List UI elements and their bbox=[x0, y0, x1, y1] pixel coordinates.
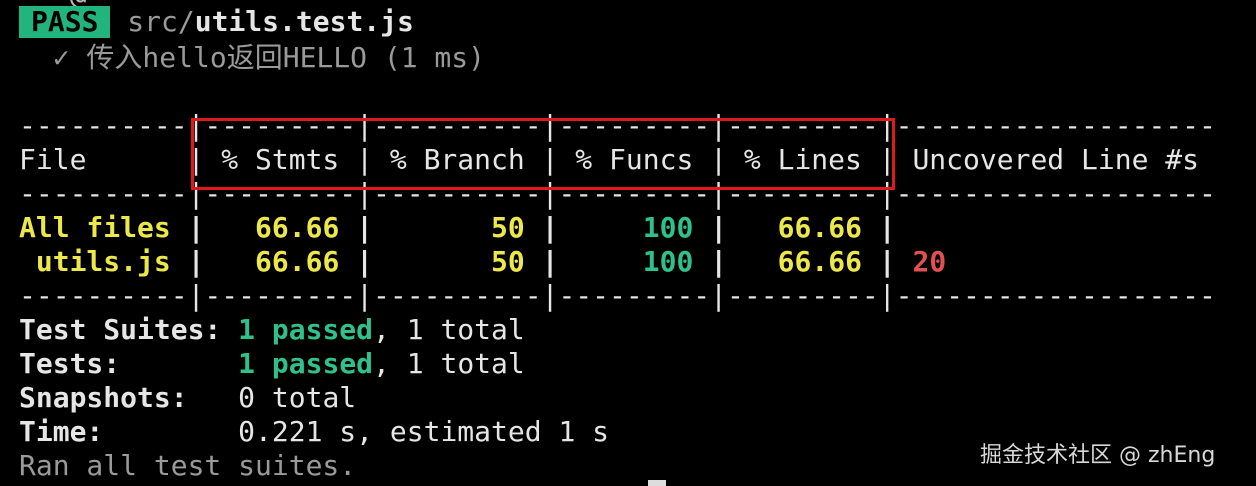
summary-tests: Tests: 1 passed, 1 total bbox=[19, 347, 525, 381]
row-funcs: 100 bbox=[642, 211, 694, 244]
row-stmts: 66.66 bbox=[255, 245, 340, 278]
table-row-utils: utils.js | 66.66 | 50 | 100 | 66.66 | 20 bbox=[19, 245, 947, 278]
test-case-result: ✓ 传入hello返回HELLO (1 ms) bbox=[19, 41, 486, 74]
table-row-all-files: All files | 66.66 | 50 | 100 | 66.66 | bbox=[19, 211, 913, 244]
row-lines: 66.66 bbox=[777, 245, 862, 278]
terminal-cursor bbox=[648, 480, 666, 486]
row-branch: 50 bbox=[491, 211, 525, 244]
row-lines: 66.66 bbox=[777, 211, 862, 244]
summary-snapshots: Snapshots: 0 total bbox=[19, 381, 356, 415]
table-separator-bottom: ----------|---------|----------|--------… bbox=[19, 279, 1216, 312]
row-branch: 50 bbox=[491, 245, 525, 278]
summary-label: Tests: bbox=[19, 347, 121, 380]
summary-test-suites: Test Suites: 1 passed, 1 total bbox=[19, 313, 525, 347]
test-file-name: utils.test.js bbox=[194, 5, 414, 38]
terminal-window: ···@··· ······ ····· ····· ·· ······ ···… bbox=[0, 0, 1256, 486]
row-file: All files bbox=[19, 211, 171, 244]
pass-badge: PASS bbox=[19, 6, 111, 38]
summary-label: Snapshots: bbox=[19, 381, 188, 414]
file-path-prefix: src/ bbox=[127, 5, 195, 38]
summary-label: Time: bbox=[19, 415, 104, 448]
row-file: utils.js bbox=[19, 245, 171, 278]
pass-line: PASS src/utils.test.js bbox=[19, 5, 414, 39]
summary-passed: 1 passed bbox=[238, 313, 374, 346]
ran-all-message: Ran all test suites. bbox=[19, 449, 357, 482]
summary-value: 0.221 s, estimated 1 s bbox=[238, 415, 610, 448]
coverage-highlight-box bbox=[191, 118, 895, 190]
summary-time: Time: 0.221 s, estimated 1 s bbox=[19, 415, 609, 449]
summary-passed: 1 passed bbox=[238, 347, 374, 380]
row-funcs: 100 bbox=[642, 245, 694, 278]
summary-value: 0 total bbox=[238, 381, 357, 414]
row-uncovered: 20 bbox=[912, 245, 947, 278]
summary-label: Test Suites: bbox=[19, 313, 222, 346]
row-stmts: 66.66 bbox=[255, 211, 340, 244]
summary-total: , 1 total bbox=[373, 313, 525, 346]
watermark: 掘金技术社区 @ zhEng bbox=[980, 443, 1216, 468]
summary-total: , 1 total bbox=[373, 347, 525, 380]
